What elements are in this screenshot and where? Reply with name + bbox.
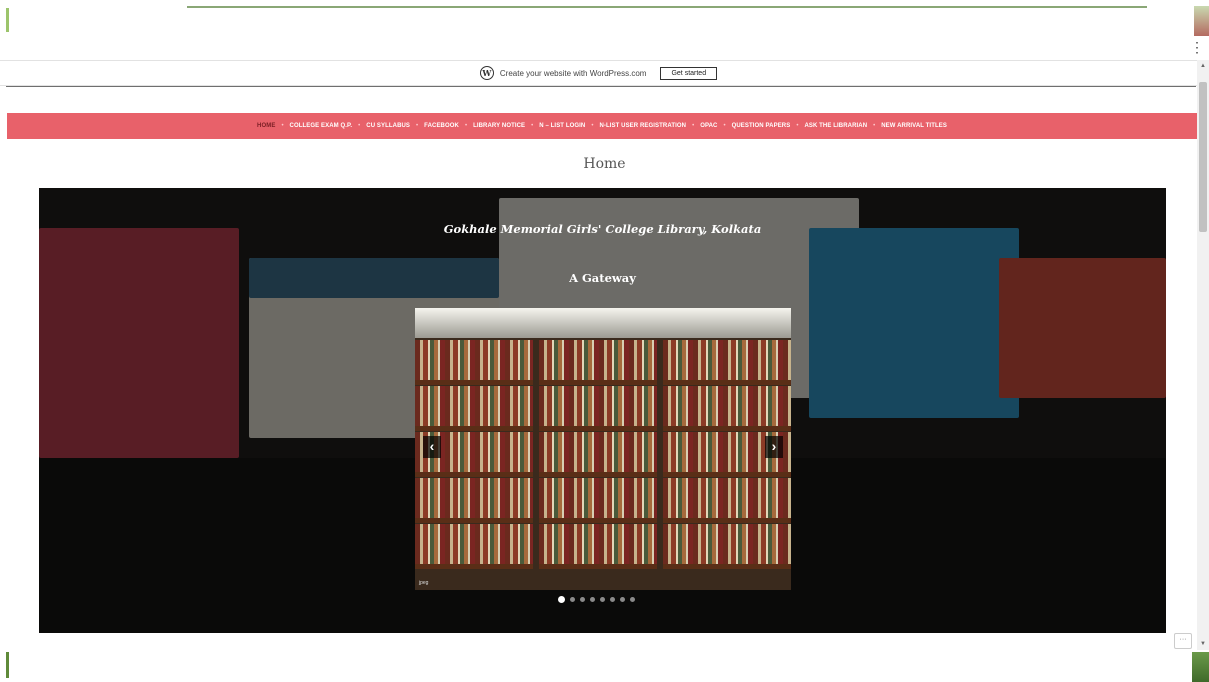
nav-separator: • — [531, 123, 534, 129]
more-options-button[interactable]: ··· — [1174, 633, 1192, 649]
wordpress-icon[interactable]: W — [479, 66, 494, 80]
slideshow-dot[interactable] — [600, 596, 605, 602]
banner-divider — [6, 86, 1196, 87]
nav-item-n-list-user-registration[interactable]: N-LIST USER REGISTRATION — [599, 123, 686, 129]
scroll-up-icon[interactable]: ▲ — [1197, 60, 1209, 72]
top-divider — [187, 6, 1147, 8]
slideshow-dot[interactable] — [620, 596, 625, 602]
slideshow-dot[interactable] — [570, 596, 575, 602]
right-edge-graphic — [1194, 6, 1209, 36]
nav-item-question-papers[interactable]: QUESTION PAPERS — [732, 123, 791, 129]
slideshow-prev-button[interactable]: ‹ — [423, 436, 441, 458]
nav-item-facebook[interactable]: FACEBOOK — [424, 123, 459, 129]
nav-item-n-list-login[interactable]: N – LIST LOGIN — [539, 123, 585, 129]
hero-banner: Gokhale Memorial Girls' College Library,… — [39, 188, 1166, 633]
nav-separator: • — [358, 123, 361, 129]
get-started-button[interactable]: Get started — [660, 66, 718, 80]
nav-item-opac[interactable]: OPAC — [700, 123, 717, 129]
scroll-down-icon[interactable]: ▼ — [1197, 638, 1209, 650]
right-edge-graphic — [1192, 652, 1209, 682]
main-navigation: HOME • COLLEGE EXAM Q.P. • CU SYLLABUS • FACEB… — [7, 113, 1197, 139]
chevron-right-icon: › — [771, 438, 777, 454]
left-edge-graphic — [6, 8, 9, 32]
slideshow-next-button[interactable]: › — [765, 436, 783, 458]
slideshow-dot[interactable] — [610, 596, 615, 602]
bookshelf — [663, 326, 791, 590]
slideshow-dot[interactable] — [630, 596, 635, 602]
left-edge-graphic — [6, 652, 9, 678]
kebab-menu-icon[interactable]: ⋮ — [1190, 38, 1204, 56]
nav-item-home[interactable]: HOME — [257, 123, 275, 129]
nav-separator: • — [796, 123, 799, 129]
nav-separator: • — [723, 123, 726, 129]
nav-separator: • — [281, 123, 284, 129]
nav-separator: • — [591, 123, 594, 129]
page-scrollbar[interactable]: ▲ ▼ — [1197, 60, 1209, 650]
bookshelf — [415, 326, 533, 590]
nav-separator: • — [873, 123, 876, 129]
slideshow-image[interactable]: ‹ › jpeg — [415, 308, 791, 590]
wordpress-banner-text[interactable]: Create your website with WordPress.com — [500, 69, 647, 78]
nav-separator: • — [692, 123, 695, 129]
hero-title: Gokhale Memorial Girls' College Library,… — [443, 222, 762, 236]
hero-subtitle: A Gateway — [569, 271, 636, 285]
nav-item-ask-the-librarian[interactable]: ASK THE LIBRARIAN — [804, 123, 867, 129]
nav-item-college-exam-q-p[interactable]: COLLEGE EXAM Q.P. — [290, 123, 353, 129]
chevron-left-icon: ‹ — [429, 438, 435, 454]
nav-item-cu-syllabus[interactable]: CU SYLLABUS — [366, 123, 410, 129]
page-title: Home — [583, 156, 626, 172]
nav-separator: • — [416, 123, 419, 129]
nav-item-library-notice[interactable]: LIBRARY NOTICE — [473, 123, 525, 129]
slide-caption: jpeg — [419, 580, 429, 586]
nav-item-new-arrival-titles[interactable]: NEW ARRIVAL TITLES — [881, 123, 947, 129]
wordpress-banner: W Create your website with WordPress.com… — [0, 60, 1197, 86]
slideshow-pagination — [558, 595, 635, 603]
slideshow-dot[interactable] — [580, 596, 585, 602]
nav-separator: • — [464, 123, 468, 129]
bookshelf — [539, 326, 657, 590]
slideshow-dot[interactable] — [590, 596, 595, 602]
slideshow-dot[interactable] — [558, 595, 565, 603]
